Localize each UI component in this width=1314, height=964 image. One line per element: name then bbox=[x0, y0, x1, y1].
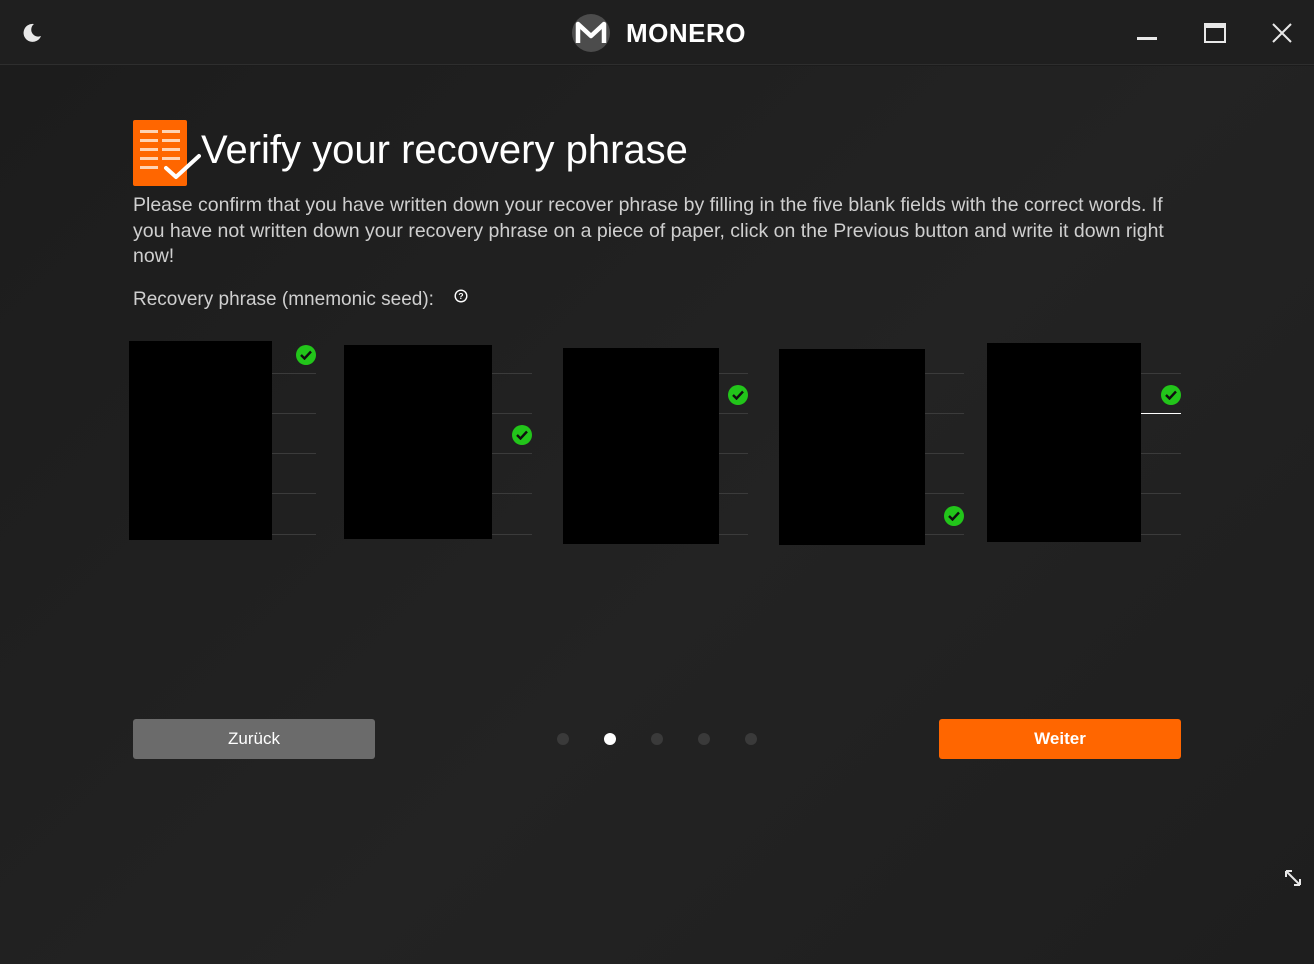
verified-check-icon bbox=[512, 425, 532, 445]
resize-handle-icon[interactable] bbox=[1282, 867, 1304, 889]
maximize-icon bbox=[1204, 23, 1226, 43]
main-content: Verify your recovery phrase Please confi… bbox=[0, 66, 1314, 964]
redacted-seed-words bbox=[344, 345, 492, 539]
verified-check-icon bbox=[296, 345, 316, 365]
seed-word-underline bbox=[272, 373, 316, 374]
seed-word-underline bbox=[1141, 534, 1181, 535]
seed-word-underline bbox=[1141, 493, 1181, 494]
seed-word-underline bbox=[272, 493, 316, 494]
brand: MONERO bbox=[571, 13, 746, 53]
svg-text:?: ? bbox=[458, 291, 463, 301]
step-dot bbox=[651, 733, 663, 745]
seed-label: Recovery phrase (mnemonic seed): bbox=[133, 289, 434, 310]
redacted-seed-words bbox=[563, 348, 719, 544]
title-bar: MONERO bbox=[0, 0, 1314, 65]
seed-word-underline bbox=[1141, 453, 1181, 454]
monero-logo-icon bbox=[571, 13, 611, 53]
seed-word-underline bbox=[719, 373, 748, 374]
seed-word-underline bbox=[492, 373, 532, 374]
step-dot bbox=[698, 733, 710, 745]
seed-word-underline bbox=[719, 534, 748, 535]
close-icon bbox=[1272, 23, 1292, 43]
seed-word-underline bbox=[272, 413, 316, 414]
next-button[interactable]: Weiter bbox=[939, 719, 1181, 759]
app-title: MONERO bbox=[626, 17, 746, 48]
verified-check-icon bbox=[944, 506, 964, 526]
seed-word-underline bbox=[925, 413, 964, 414]
seed-word-underline bbox=[272, 534, 316, 535]
seed-word-underline bbox=[272, 453, 316, 454]
seed-word-underline bbox=[492, 534, 532, 535]
seed-word-underline bbox=[925, 534, 964, 535]
seed-word-underline bbox=[492, 493, 532, 494]
recovery-phrase-icon bbox=[133, 120, 201, 188]
page-title: Verify your recovery phrase bbox=[201, 128, 688, 172]
maximize-button[interactable] bbox=[1198, 16, 1232, 50]
redacted-seed-words bbox=[129, 341, 272, 540]
help-icon[interactable]: ? bbox=[454, 289, 468, 303]
step-dot bbox=[557, 733, 569, 745]
back-button[interactable]: Zurück bbox=[133, 719, 375, 759]
seed-word-underline bbox=[719, 493, 748, 494]
close-button[interactable] bbox=[1265, 16, 1299, 50]
seed-word-underline bbox=[492, 413, 532, 414]
redacted-seed-words bbox=[779, 349, 925, 545]
verified-check-icon bbox=[1161, 385, 1181, 405]
seed-word-underline bbox=[925, 373, 964, 374]
step-dot bbox=[604, 733, 616, 745]
seed-word-underline bbox=[925, 493, 964, 494]
verified-check-icon bbox=[728, 385, 748, 405]
minimize-icon bbox=[1137, 37, 1157, 40]
seed-word-underline bbox=[719, 413, 748, 414]
redacted-seed-words bbox=[987, 343, 1141, 542]
seed-word-underline bbox=[1141, 373, 1181, 374]
seed-word-underline bbox=[1141, 413, 1181, 414]
seed-word-underline bbox=[719, 453, 748, 454]
minimize-button[interactable] bbox=[1130, 16, 1164, 50]
page-description: Please confirm that you have written dow… bbox=[133, 194, 1164, 267]
seed-word-underline bbox=[492, 453, 532, 454]
moon-icon[interactable] bbox=[20, 21, 44, 45]
step-dot bbox=[745, 733, 757, 745]
seed-word-underline bbox=[925, 453, 964, 454]
